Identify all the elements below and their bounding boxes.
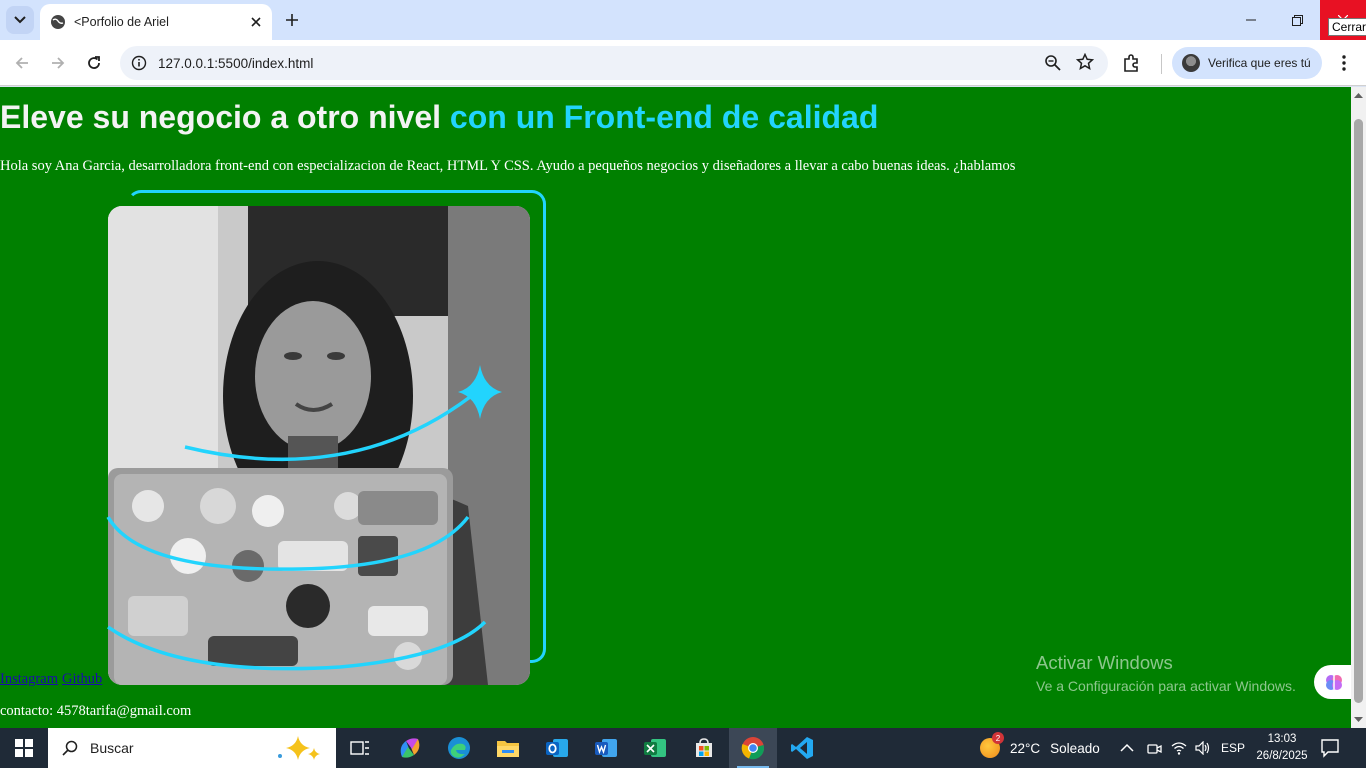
taskbar-search[interactable]: Buscar (48, 728, 336, 768)
close-tooltip: Cerrar (1328, 18, 1366, 36)
browser-tab-strip: <Porfolio de Ariel Cerrar (0, 0, 1366, 40)
reload-button[interactable] (80, 49, 108, 77)
intro-paragraph: Hola soy Ana Garcia, desarrolladora fron… (0, 158, 1016, 174)
wifi-icon[interactable] (1171, 741, 1187, 755)
page-headline: Eleve su negocio a otro nivel con un Fro… (0, 99, 878, 136)
headline-main: Eleve su negocio a otro nivel (0, 99, 450, 135)
windows-taskbar: Buscar 2 22°C Soleado ESP 13:03 26/8/202… (0, 728, 1366, 768)
social-links: Instagram Github (0, 671, 106, 688)
site-info-icon[interactable] (130, 54, 148, 72)
more-vertical-icon (1342, 55, 1346, 71)
taskbar-store[interactable] (680, 728, 728, 768)
browser-tab[interactable]: <Porfolio de Ariel (40, 4, 272, 40)
minimize-icon (1246, 19, 1256, 21)
tab-search-button[interactable] (6, 6, 34, 34)
page-viewport: Eleve su negocio a otro nivel con un Fro… (0, 87, 1351, 728)
contact-text: contacto: 4578tarifa@gmail.com (0, 703, 192, 719)
clock-time: 13:03 (1267, 733, 1297, 745)
minimize-button[interactable] (1228, 0, 1274, 40)
instagram-link[interactable]: Instagram (0, 671, 58, 687)
profile-button[interactable]: Verifica que eres tú (1172, 47, 1322, 79)
extensions-puzzle-icon[interactable] (1122, 53, 1142, 78)
close-icon (251, 17, 261, 27)
browser-toolbar: 127.0.0.1:5500/index.html Verifica que e… (0, 40, 1366, 86)
clock[interactable]: 13:03 26/8/2025 (1256, 731, 1308, 765)
sparkle-icon (458, 365, 502, 419)
toolbar-divider (1161, 54, 1162, 74)
weather-condition: Soleado (1050, 740, 1100, 756)
scroll-thumb[interactable] (1354, 119, 1363, 703)
bookmark-star-icon[interactable] (1075, 52, 1095, 76)
task-view-button[interactable] (336, 728, 384, 768)
store-icon (696, 738, 712, 757)
language-indicator[interactable]: ESP (1221, 741, 1245, 755)
plus-icon (286, 14, 298, 26)
scroll-up-arrow-icon[interactable] (1354, 91, 1363, 100)
taskbar-outlook[interactable] (533, 728, 581, 768)
folder-icon (497, 741, 519, 757)
chevron-down-icon (14, 16, 26, 24)
decorative-orbit-lines (106, 365, 502, 671)
reload-icon (88, 56, 100, 69)
tab-title: <Porfolio de Ariel (74, 15, 169, 29)
activate-title: Activar Windows (1036, 652, 1173, 673)
meet-now-icon[interactable] (1146, 740, 1162, 756)
windows-logo-icon (15, 739, 33, 757)
start-button[interactable] (0, 728, 48, 768)
restore-icon (1291, 14, 1303, 26)
headline-accent: con un Front-end de calidad (449, 99, 879, 135)
clock-date: 26/8/2025 (1256, 750, 1308, 762)
arrow-left-icon (15, 57, 28, 69)
word-icon (595, 739, 617, 757)
copilot-sidebar-button[interactable] (1314, 665, 1351, 699)
system-tray: ESP (1120, 728, 1245, 768)
taskbar-vscode[interactable] (778, 728, 826, 768)
zoom-icon[interactable] (1044, 54, 1062, 77)
restore-button[interactable] (1274, 0, 1320, 40)
brain-icon (1326, 675, 1342, 690)
taskbar-copilot[interactable] (386, 728, 434, 768)
activate-subtitle: Ve a Configuración para activar Windows. (1036, 678, 1296, 694)
back-button[interactable] (8, 49, 36, 77)
taskbar-chrome[interactable] (729, 728, 777, 768)
search-highlight-sparkles-icon (278, 736, 320, 760)
forward-button[interactable] (44, 49, 72, 77)
taskbar-word[interactable] (582, 728, 630, 768)
taskbar-excel[interactable] (631, 728, 679, 768)
arrow-right-icon (52, 57, 65, 69)
weather-badge: 2 (992, 732, 1004, 744)
notification-center-icon[interactable] (1320, 738, 1340, 763)
new-tab-button[interactable] (280, 8, 304, 32)
search-placeholder: Buscar (90, 740, 134, 756)
globe-icon (51, 15, 65, 29)
github-link[interactable]: Github (62, 671, 102, 687)
search-icon (62, 740, 78, 756)
copilot-icon (400, 738, 420, 758)
page-scrollbar[interactable] (1351, 87, 1366, 728)
tab-close-button[interactable] (246, 12, 266, 32)
task-view-icon (350, 741, 369, 755)
chrome-icon (741, 737, 764, 760)
avatar (1182, 54, 1200, 72)
activate-windows-watermark: Activar Windows Ve a Configuración para … (1036, 652, 1296, 694)
excel-icon (644, 739, 666, 757)
edge-icon (448, 737, 470, 759)
chevron-up-icon[interactable] (1120, 743, 1134, 753)
weather-widget[interactable]: 2 22°C Soleado (980, 728, 1100, 768)
address-bar[interactable]: 127.0.0.1:5500/index.html (120, 46, 1108, 80)
temperature: 22°C (1010, 740, 1041, 756)
outlook-icon (546, 739, 568, 757)
sun-icon: 2 (980, 732, 1004, 758)
profile-label: Verifica que eres tú (1208, 56, 1311, 70)
volume-icon[interactable] (1195, 741, 1211, 755)
url-text[interactable]: 127.0.0.1:5500/index.html (158, 56, 313, 71)
vscode-icon (791, 737, 813, 759)
browser-menu-button[interactable] (1332, 53, 1356, 73)
taskbar-file-explorer[interactable] (484, 728, 532, 768)
taskbar-edge[interactable] (435, 728, 483, 768)
scroll-down-arrow-icon[interactable] (1354, 715, 1363, 724)
